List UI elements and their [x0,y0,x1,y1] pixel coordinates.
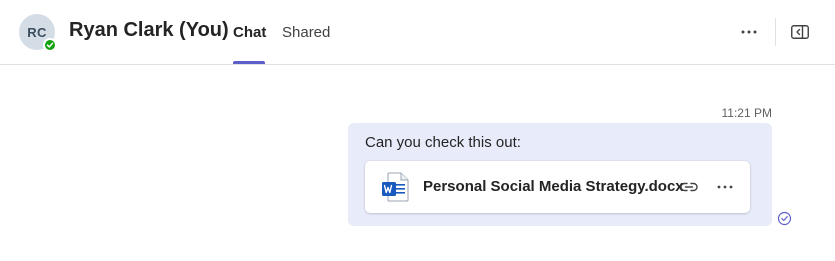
tab-shared[interactable]: Shared [282,24,330,41]
header-divider [775,18,776,46]
file-more-options-button[interactable] [715,177,735,197]
file-attachment-card[interactable]: Personal Social Media Strategy.docx [365,161,750,213]
more-options-button[interactable] [737,22,761,42]
message-bubble[interactable]: Can you check this out: Personal Social … [348,123,772,226]
more-horizontal-icon [717,185,733,189]
more-horizontal-icon [741,30,757,34]
message-text: Can you check this out: [365,134,521,151]
avatar[interactable]: RC [19,14,57,52]
presence-available-icon [43,38,57,52]
file-name: Personal Social Media Strategy.docx [423,178,684,195]
word-document-icon [382,172,409,202]
message-timestamp: 11:21 PM [721,106,772,120]
side-panel-button[interactable] [789,22,811,42]
chat-header: RC Ryan Clark (You) Chat Shared [0,0,835,65]
avatar-initials: RC [27,24,47,40]
side-panel-icon [791,25,809,39]
chat-title: Ryan Clark (You) [69,19,229,41]
link-icon [680,182,698,192]
check-circle-icon [777,211,792,226]
active-tab-indicator [233,61,265,64]
tab-chat[interactable]: Chat [233,24,266,41]
copy-link-button[interactable] [679,177,699,197]
